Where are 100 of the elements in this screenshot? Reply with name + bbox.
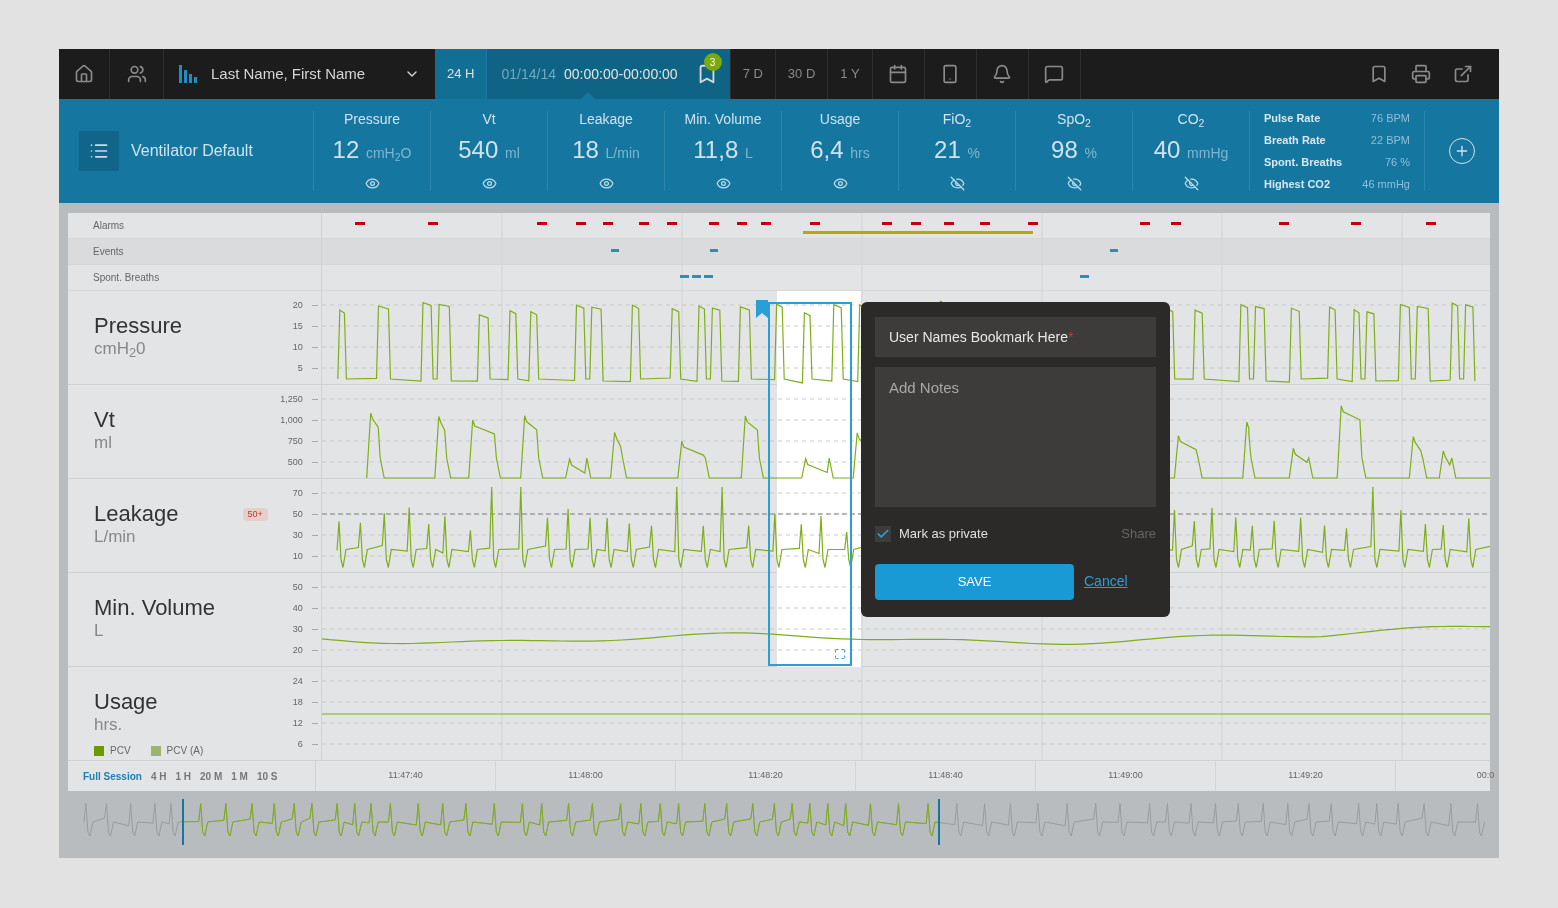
axis-tick-label: 15 <box>292 321 303 331</box>
bookmark-name-field[interactable]: User Names Bookmark Here* <box>875 317 1156 357</box>
chat-icon <box>1044 64 1065 84</box>
time-tick-label: 11:49:00 <box>1108 769 1143 783</box>
chart-unit: L/min <box>94 527 137 547</box>
zoom-level-tab[interactable]: 10 S <box>256 768 278 784</box>
axis-tick-label: 10 <box>292 342 303 352</box>
chart-title: Usage <box>94 689 159 715</box>
metric-value: 21 % <box>934 137 980 165</box>
chart-unit: cmH$_{2}$0 <box>94 339 147 359</box>
profile-name: Ventilator Default <box>131 141 253 161</box>
axis-tick-label: 6 <box>297 739 303 749</box>
chart-title: Leakage <box>94 501 179 527</box>
vital-label: Spont. Breaths <box>1264 155 1343 169</box>
axis-tick-label: 10 <box>292 551 303 561</box>
metric-value: 12 cmH$_{2}$O <box>332 137 412 165</box>
chart-title: Vt <box>94 407 115 433</box>
metric-label: Min. Volume <box>684 111 762 127</box>
time-tick-label: 11:49:20 <box>1288 769 1323 783</box>
metric-label: Usage <box>819 111 861 127</box>
plus-icon <box>1454 143 1470 159</box>
axis-tick-label: 30 <box>292 624 303 634</box>
save-button[interactable]: SAVE <box>875 563 1074 600</box>
time-tick-label: 11:48:20 <box>748 769 783 783</box>
zoom-level-tab[interactable]: 20 M <box>200 768 223 784</box>
metric-value: 6,4 hrs <box>810 137 870 165</box>
legend-label: PCV (A) <box>166 744 204 758</box>
axis-tick-label: 50 <box>292 582 303 592</box>
metric-value: 98 % <box>1051 137 1097 165</box>
axis-tick-label: 750 <box>287 436 303 446</box>
private-checkbox[interactable] <box>875 525 891 542</box>
axis-tick-label: 20 <box>292 300 303 310</box>
time-tick-label: 00:0 <box>1476 769 1495 783</box>
chart-title: Min. Volume <box>94 595 216 621</box>
vital-label: Pulse Rate <box>1264 111 1321 125</box>
external-link-icon <box>1453 64 1473 84</box>
zoom-level-tab[interactable]: 1 M <box>231 768 248 784</box>
chart-unit: ml <box>94 433 113 453</box>
lane-label: Events <box>93 245 124 259</box>
axis-tick-label: 40 <box>292 603 303 613</box>
private-label: Mark as private <box>899 525 988 543</box>
metric-label: Leakage <box>579 111 633 127</box>
vital-value: 46 mmHg <box>1362 177 1410 191</box>
selection-frame[interactable] <box>768 302 852 666</box>
metric-value: 540 ml <box>458 137 520 165</box>
vital-value: 22 BPM <box>1370 133 1410 147</box>
vital-value: 76 BPM <box>1370 111 1410 125</box>
axis-tick-label: 70 <box>292 488 303 498</box>
threshold-badge: 50+ <box>242 508 268 521</box>
vital-label: Highest CO2 <box>1264 177 1330 191</box>
calendar-icon <box>888 64 909 84</box>
axis-tick-label: 30 <box>292 530 303 540</box>
legend-label: PCV <box>110 744 131 758</box>
axis-tick-label: 24 <box>292 676 303 686</box>
zoom-level-tab[interactable]: 1 H <box>175 768 192 784</box>
date-label: 01/14/14 <box>501 64 556 84</box>
metric-value: 11,8 L <box>693 137 753 165</box>
vital-label: Breath Rate <box>1264 133 1326 147</box>
metric-label: SpO$_{2}$ <box>1057 111 1091 127</box>
flag-icon <box>756 300 768 318</box>
lane-label: Spont. Breaths <box>93 271 160 285</box>
bookmark-count-badge: 3 <box>703 53 722 71</box>
metric-value: 40 mmHg <box>1153 137 1229 165</box>
list-icon <box>89 141 109 161</box>
metric-value: 18 L/min <box>572 137 640 165</box>
chart-unit: L <box>94 621 105 641</box>
chart-unit: hrs. <box>94 715 124 735</box>
range-tab[interactable]: 24 H <box>435 49 487 99</box>
axis-tick-label: 500 <box>287 457 303 467</box>
axis-tick-label: 1,250 <box>280 394 303 404</box>
time-tick-label: 11:47:40 <box>388 769 423 783</box>
printer-icon <box>1411 64 1431 84</box>
notes-field[interactable]: Add Notes <box>875 367 1156 507</box>
metric-label: Vt <box>482 111 496 127</box>
lane-label: Alarms <box>93 219 125 233</box>
vital-value: 76 % <box>1384 155 1410 169</box>
time-range: 00:00:00-00:00:00 <box>563 64 678 84</box>
axis-tick-label: 5 <box>297 363 303 373</box>
time-tick-label: 11:48:00 <box>568 769 603 783</box>
bookmark-icon <box>1369 64 1389 84</box>
axis-tick-label: 18 <box>292 697 303 707</box>
zoom-level-tab[interactable]: 4 H <box>150 768 167 784</box>
menu-button[interactable] <box>79 131 119 171</box>
metric-label: Pressure <box>344 111 400 127</box>
time-tick-label: 11:48:40 <box>928 769 963 783</box>
axis-tick-label: 1,000 <box>280 415 303 425</box>
cancel-link[interactable]: Cancel <box>1084 571 1128 592</box>
expand-icon[interactable] <box>834 648 846 660</box>
axis-tick-label: 12 <box>292 718 303 728</box>
axis-tick-label: 50 <box>292 509 303 519</box>
bookmark-name-value: User Names Bookmark Here* <box>889 327 1074 347</box>
metric-label: CO$_{2}$ <box>1177 111 1205 127</box>
bell-icon <box>992 64 1013 84</box>
people-icon <box>126 64 147 84</box>
metric-label: FiO$_{2}$ <box>942 111 972 127</box>
bar-chart-icon <box>179 65 199 83</box>
chart-title: Pressure <box>94 313 183 339</box>
zoom-level-tab[interactable]: Full Session <box>83 768 142 784</box>
axis-tick-label: 20 <box>292 645 303 655</box>
home-icon <box>74 64 94 84</box>
